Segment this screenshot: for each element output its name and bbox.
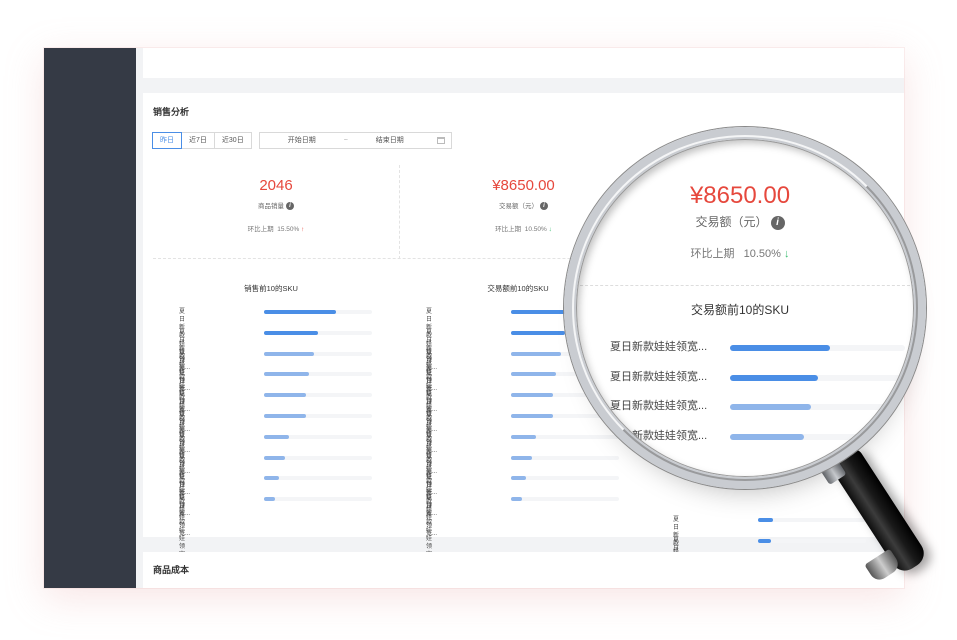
change-label: 环比上期 [247, 226, 274, 233]
stat-value: 2046 [259, 177, 293, 194]
date-filter: 昨日 近7日 近30日 开始日期 ~ 结束日期 [152, 132, 452, 149]
ranking-bar-track [758, 538, 866, 543]
start-date-field[interactable]: 开始日期 [288, 133, 316, 148]
change-value: 10.50% [524, 226, 547, 233]
ranking-bar-track [264, 434, 372, 439]
ranking-bar [264, 393, 307, 398]
change-value: 15.50% [277, 226, 300, 233]
arrow-up-icon: ↑ [301, 226, 305, 233]
ranking-bar-track [264, 497, 372, 502]
ranking-title-sales: 销售前10的SKU [244, 284, 298, 293]
section-title: 商品成本 [153, 565, 190, 575]
ranking-bar-track [758, 518, 866, 522]
ranking-bar [511, 413, 554, 418]
ranking-item-label: 夏日新款娃娃领宽... [426, 496, 437, 558]
top-card [143, 48, 904, 78]
stat-label-text: 交易额（元） [499, 203, 538, 210]
ranking-bar [264, 413, 307, 418]
ranking-bar [511, 393, 554, 398]
stat-label: 商品销量 i [153, 200, 399, 211]
tab-7-days[interactable]: 近7日 [181, 132, 215, 149]
ranking-bar [511, 351, 561, 356]
cost-card: 商品成本 [143, 552, 904, 588]
ranking-item-label: 夏日新款娃娃领宽... [179, 496, 190, 558]
ranking-bar [758, 518, 774, 522]
tab-30-days[interactable]: 近30日 [213, 132, 252, 149]
ranking-bar [264, 372, 310, 377]
ranking-bar [264, 330, 318, 335]
ranking-bar [264, 476, 280, 481]
magnifier-ring-highlight [572, 135, 918, 481]
end-date-field[interactable]: 结束日期 [376, 133, 404, 148]
ranking-bar [511, 476, 527, 481]
ranking-bar [511, 497, 522, 502]
ranking-bar-track [264, 351, 372, 356]
stat-change: 环比上期 15.50% ↑ [153, 223, 399, 233]
stat-sales-volume: 2046 商品销量 i 环比上期 15.50% ↑ [153, 165, 400, 259]
arrow-down-icon: ↓ [548, 226, 552, 233]
date-separator: ~ [343, 137, 348, 144]
ranking-bar [264, 455, 285, 460]
calendar-icon[interactable] [436, 137, 445, 144]
ranking-bar-track [511, 497, 619, 502]
ranking-bar [264, 434, 289, 439]
ranking-bar-track [264, 455, 372, 460]
stat-label-text: 商品销量 [258, 203, 284, 210]
ranking-bar [511, 330, 565, 335]
ranking-bar [264, 497, 275, 502]
change-label: 环比上期 [495, 226, 522, 233]
ranking-bar [511, 434, 536, 439]
sidebar [44, 48, 136, 588]
ranking-bar-track [264, 330, 372, 335]
ranking-bar-track [264, 476, 372, 481]
ranking-bar-track [264, 393, 372, 398]
ranking-bar [264, 351, 314, 356]
ranking-bar-track [264, 372, 372, 377]
ranking-bar-track [264, 413, 372, 418]
ranking-bar [511, 455, 532, 460]
section-title: 销售分析 [153, 107, 190, 117]
info-circle-icon[interactable]: i [540, 202, 548, 211]
date-range-picker[interactable]: 开始日期 ~ 结束日期 [258, 132, 452, 149]
info-circle-icon[interactable]: i [286, 202, 294, 211]
ranking-bar [758, 538, 771, 543]
ranking-bar [264, 310, 337, 314]
tab-yesterday[interactable]: 昨日 [152, 132, 182, 149]
ranking-bar-track [264, 310, 372, 314]
ranking-bar [511, 372, 557, 377]
